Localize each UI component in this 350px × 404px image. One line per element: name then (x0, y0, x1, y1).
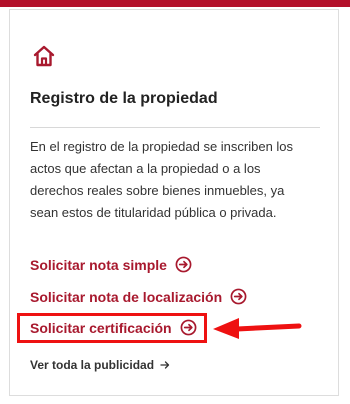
solicitar-nota-localizacion-label: Solicitar nota de localización (30, 288, 223, 305)
arrow-circle-right-icon (230, 288, 247, 305)
solicitar-nota-simple-label: Solicitar nota simple (30, 256, 167, 273)
title-divider (30, 127, 320, 128)
solicitar-certificacion-link[interactable]: Solicitar certificación (30, 319, 197, 336)
ver-toda-la-publicidad-label: Ver toda la publicidad (30, 358, 155, 372)
solicitar-nota-localizacion-link[interactable]: Solicitar nota de localización (30, 288, 247, 305)
arrow-circle-right-icon (175, 256, 192, 273)
top-accent-bar (0, 0, 350, 7)
arrow-circle-right-icon (180, 319, 197, 336)
card-description: En el registro de la propiedad se inscri… (30, 139, 294, 220)
solicitar-nota-simple-link[interactable]: Solicitar nota simple (30, 256, 192, 273)
home-icon (33, 45, 55, 67)
arrow-right-icon (160, 361, 170, 369)
card-title: Registro de la propiedad (30, 90, 218, 107)
solicitar-certificacion-label: Solicitar certificación (30, 319, 172, 336)
ver-toda-la-publicidad-link[interactable]: Ver toda la publicidad (30, 358, 170, 372)
